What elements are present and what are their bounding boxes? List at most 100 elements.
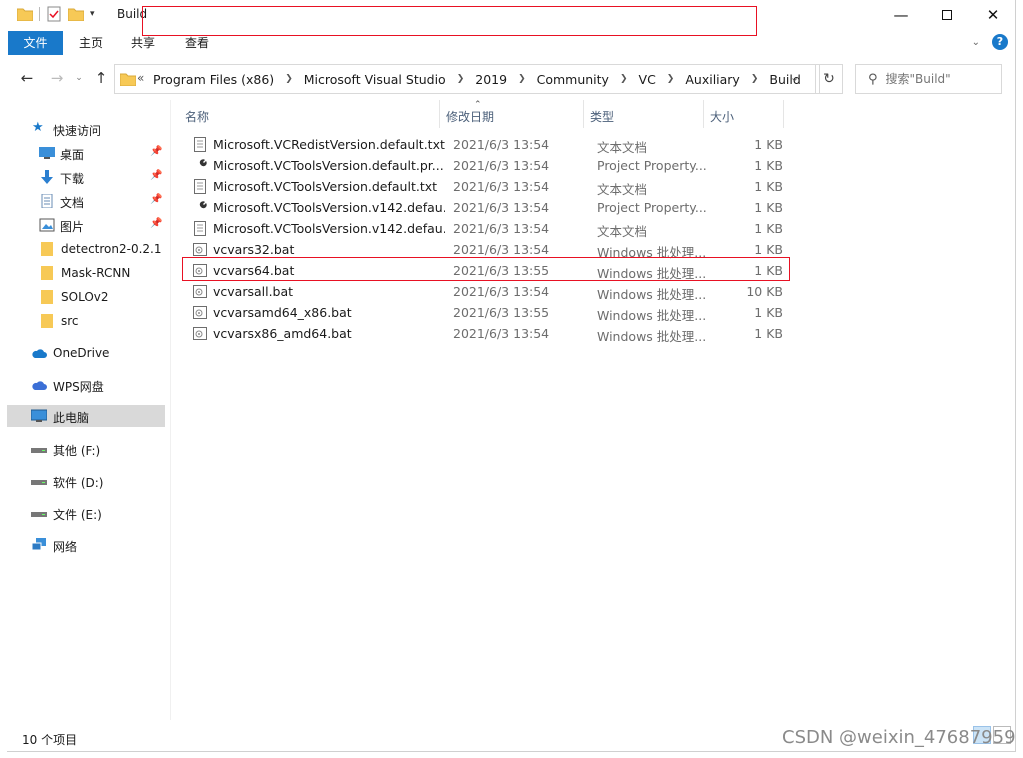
file-row[interactable]: vcvarsall.bat 2021/6/3 13:54 Windows 批处理..…	[183, 281, 783, 302]
watermark: CSDN @weixin_47687959	[782, 727, 1016, 748]
file-row[interactable]: Microsoft.VCToolsVersion.v142.defau... 20…	[183, 197, 783, 218]
tab-file[interactable]: 文件	[8, 31, 63, 55]
pin-icon[interactable]: 📌	[150, 194, 162, 205]
text-file-icon	[193, 137, 207, 152]
nav-folder[interactable]: src	[7, 310, 165, 332]
search-input[interactable]	[885, 72, 986, 86]
pin-icon[interactable]: 📌	[150, 146, 162, 157]
forward-button[interactable]: →	[47, 68, 67, 88]
address-dropdown-icon[interactable]: ⌄	[790, 71, 799, 84]
tab-home[interactable]: 主页	[71, 31, 111, 55]
ribbon-tabs: 文件 主页 共享 查看 ⌄ ?	[7, 31, 1016, 55]
maximize-icon	[942, 10, 952, 20]
address-overflow[interactable]: «	[137, 71, 144, 85]
nav-downloads[interactable]: 下载 📌	[7, 166, 165, 188]
nav-documents[interactable]: 文档 📌	[7, 190, 165, 212]
new-folder-icon[interactable]	[68, 7, 84, 21]
breadcrumb-item[interactable]: Microsoft Visual Studio	[299, 72, 451, 87]
nav-folder[interactable]: Mask-RCNN	[7, 262, 165, 284]
file-row[interactable]: vcvarsamd64_x86.bat 2021/6/3 13:55 Windows…	[183, 302, 783, 323]
nav-drive-e[interactable]: 文件 (E:)	[7, 502, 165, 524]
file-row[interactable]: vcvars64.bat 2021/6/3 13:55 Windows 批处理...…	[183, 260, 783, 281]
properties-icon[interactable]	[46, 6, 62, 22]
nav-folder[interactable]: detectron2-0.2.1	[7, 238, 165, 260]
pin-icon[interactable]: 📌	[150, 170, 162, 181]
nav-wps[interactable]: WPS网盘	[7, 374, 165, 396]
chevron-right-icon[interactable]: ❯	[512, 74, 532, 84]
pane-splitter[interactable]	[170, 100, 171, 720]
column-header-size[interactable]: 大小	[710, 105, 734, 127]
chevron-right-icon[interactable]: ❯	[745, 74, 765, 84]
help-icon[interactable]: ?	[992, 34, 1008, 50]
expand-ribbon-icon[interactable]: ⌄	[972, 37, 980, 48]
breadcrumb-item[interactable]: Auxiliary	[680, 72, 745, 87]
customize-toolbar-icon[interactable]: ▾	[90, 9, 95, 19]
nav-drive-f[interactable]: 其他 (F:)	[7, 438, 165, 460]
breadcrumb-item[interactable]: VC	[634, 72, 661, 87]
chevron-right-icon[interactable]: ❯	[451, 74, 471, 84]
column-divider[interactable]	[583, 100, 584, 128]
picture-icon	[39, 218, 55, 232]
nav-pictures[interactable]: 图片 📌	[7, 214, 165, 236]
nav-desktop[interactable]: 桌面 📌	[7, 142, 165, 164]
file-name: vcvarsall.bat	[213, 284, 294, 299]
chevron-right-icon[interactable]: ❯	[279, 74, 299, 84]
file-date: 2021/6/3 13:55	[453, 263, 550, 278]
navigation-pane: ★ 快速访问 桌面 📌 下载 📌 文档 📌 图片 📌 detectron2-0.…	[7, 110, 165, 720]
text-file-icon	[193, 179, 207, 194]
file-type: Windows 批处理...	[597, 266, 707, 281]
drive-icon	[31, 448, 47, 453]
file-row[interactable]: vcvarsx86_amd64.bat 2021/6/3 13:54 Windows…	[183, 323, 783, 344]
back-button[interactable]: ←	[17, 68, 37, 88]
computer-icon	[31, 409, 47, 422]
maximize-button[interactable]	[924, 0, 970, 30]
nav-this-pc[interactable]: 此电脑	[7, 405, 165, 427]
file-size: 1 KB	[754, 305, 783, 320]
breadcrumb-item-current[interactable]: Build	[764, 72, 805, 87]
search-icon: ⚲	[868, 71, 878, 87]
nav-network[interactable]: 网络	[7, 534, 165, 556]
column-divider[interactable]	[703, 100, 704, 128]
minimize-button[interactable]: —	[878, 0, 924, 30]
file-row[interactable]: Microsoft.VCRedistVersion.default.txt 202…	[183, 134, 783, 155]
up-button[interactable]: ↑	[91, 68, 111, 88]
nav-quick-access[interactable]: ★ 快速访问	[7, 118, 165, 140]
file-type: Project Property...	[597, 200, 707, 215]
recent-locations-button[interactable]: ⌄	[69, 68, 89, 88]
nav-drive-d[interactable]: 软件 (D:)	[7, 470, 165, 492]
tab-share[interactable]: 共享	[123, 31, 163, 55]
chevron-right-icon[interactable]: ❯	[614, 74, 634, 84]
chevron-right-icon[interactable]: ❯	[661, 74, 681, 84]
address-bar[interactable]: « Program Files (x86) ❯ Microsoft Visual…	[114, 64, 820, 94]
nav-label: WPS网盘	[53, 380, 104, 394]
file-type: Windows 批处理...	[597, 245, 707, 260]
file-type: Windows 批处理...	[597, 308, 707, 323]
batch-file-icon	[193, 263, 207, 278]
nav-onedrive[interactable]: OneDrive	[7, 342, 165, 364]
column-header-type[interactable]: 类型	[590, 105, 614, 127]
column-header-name[interactable]: 名称	[185, 105, 209, 127]
nav-label: 其他 (F:)	[53, 444, 101, 458]
tab-view[interactable]: 查看	[177, 31, 217, 55]
file-row[interactable]: Microsoft.VCToolsVersion.default.pr... 20…	[183, 155, 783, 176]
batch-file-icon	[193, 305, 207, 320]
search-box[interactable]: ⚲	[855, 64, 1002, 94]
refresh-button[interactable]: ↻	[815, 64, 843, 94]
folder-icon[interactable]	[17, 7, 33, 21]
column-divider[interactable]	[439, 100, 440, 128]
file-type: 文本文档	[597, 140, 648, 155]
column-divider[interactable]	[783, 100, 784, 128]
file-row[interactable]: Microsoft.VCToolsVersion.default.txt 2021…	[183, 176, 783, 197]
close-button[interactable]: ✕	[970, 0, 1016, 30]
column-header-date[interactable]: 修改日期	[446, 105, 494, 127]
file-date: 2021/6/3 13:55	[453, 305, 550, 320]
file-name: Microsoft.VCToolsVersion.v142.defau...	[213, 221, 445, 236]
nav-folder[interactable]: SOLOv2	[7, 286, 165, 308]
file-row[interactable]: vcvars32.bat 2021/6/3 13:54 Windows 批处理...…	[183, 239, 783, 260]
breadcrumb-item[interactable]: Community	[532, 72, 614, 87]
minimize-icon: —	[893, 6, 909, 24]
breadcrumb-item[interactable]: Program Files (x86)	[148, 72, 279, 87]
pin-icon[interactable]: 📌	[150, 218, 162, 229]
breadcrumb-item[interactable]: 2019	[470, 72, 512, 87]
file-row[interactable]: Microsoft.VCToolsVersion.v142.defau... 20…	[183, 218, 783, 239]
